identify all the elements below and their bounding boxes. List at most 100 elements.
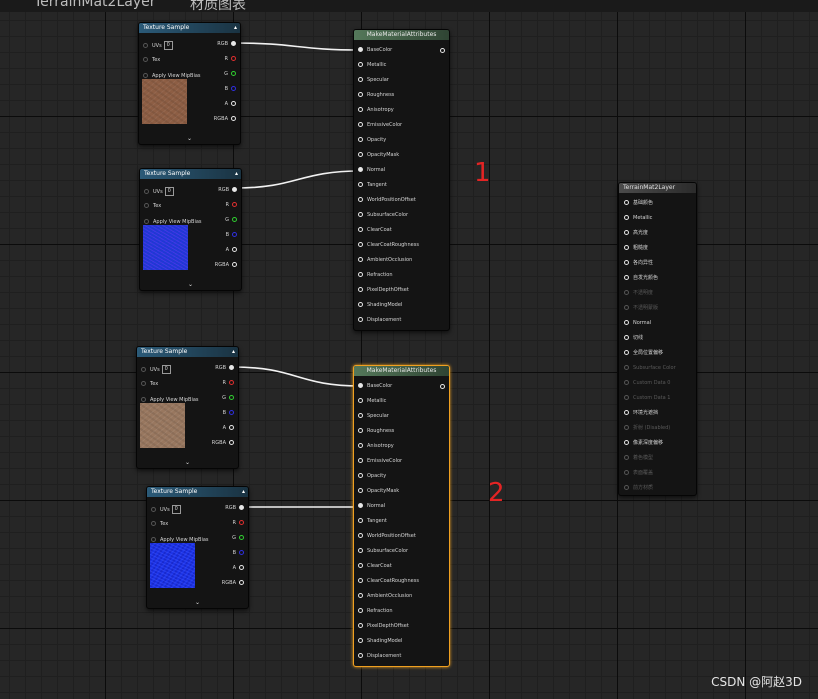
output-pin-row[interactable]: RGBA xyxy=(222,580,244,587)
expand-chevron-icon[interactable]: ⌄ xyxy=(140,281,241,288)
expand-chevron-icon[interactable]: ⌄ xyxy=(139,135,240,142)
layer-input-pin-row[interactable]: Normal xyxy=(624,320,651,327)
output-pin-row[interactable]: G xyxy=(222,395,234,402)
output-pin-row[interactable]: A xyxy=(225,101,236,108)
node-title[interactable]: Texture Sample ▴ xyxy=(137,347,238,357)
input-pin-row[interactable]: Tex xyxy=(151,521,168,528)
input-pin-icon[interactable] xyxy=(144,189,149,194)
input-pin-row[interactable]: Refraction xyxy=(358,608,393,615)
input-pin-row[interactable]: Tex xyxy=(144,203,161,210)
input-pin-row[interactable]: UVs 0 xyxy=(143,41,173,50)
input-pin-row[interactable]: UVs 0 xyxy=(151,505,181,514)
input-pin-row[interactable]: Refraction xyxy=(358,272,393,279)
layer-input-pin-row[interactable]: 不透明蒙版 xyxy=(624,305,658,312)
input-pin-icon[interactable] xyxy=(624,455,629,460)
input-pin-icon[interactable] xyxy=(624,305,629,310)
input-pin-row[interactable]: WorldPositionOffset xyxy=(358,533,416,540)
input-pin-row[interactable]: SubsurfaceColor xyxy=(358,548,408,555)
input-pin-row[interactable]: ClearCoatRoughness xyxy=(358,578,419,585)
node-title[interactable]: TerrainMat2Layer xyxy=(619,183,696,193)
texture-sample-node-2[interactable]: Texture Sample ▴ UVs 0 Tex Apply View MipBias… xyxy=(139,168,242,291)
input-pin-row[interactable]: AmbientOcclusion xyxy=(358,593,412,600)
input-pin-icon[interactable] xyxy=(151,521,156,526)
node-title[interactable]: Texture Sample ▴ xyxy=(140,169,241,179)
input-pin-icon[interactable] xyxy=(624,485,629,490)
input-pin-icon[interactable] xyxy=(358,398,363,403)
layer-input-pin-row[interactable]: 各向异性 xyxy=(624,260,653,267)
output-pin-icon[interactable] xyxy=(229,440,234,445)
input-pin-row[interactable]: PixelDepthOffset xyxy=(358,623,409,630)
output-pin-row[interactable]: R xyxy=(226,202,237,209)
uvs-value-field[interactable]: 0 xyxy=(171,505,181,514)
input-pin-icon[interactable] xyxy=(358,272,363,277)
output-pin-row[interactable]: RGB xyxy=(217,41,236,48)
output-pin-icon[interactable] xyxy=(229,395,234,400)
output-pin-icon[interactable] xyxy=(440,384,445,389)
input-pin-icon[interactable] xyxy=(358,152,363,157)
input-pin-row[interactable]: ShadingModel xyxy=(358,638,402,645)
input-pin-icon[interactable] xyxy=(624,335,629,340)
output-pin-icon[interactable] xyxy=(232,202,237,207)
output-pin-icon[interactable] xyxy=(440,48,445,53)
input-pin-icon[interactable] xyxy=(624,275,629,280)
input-pin-icon[interactable] xyxy=(358,503,363,508)
input-pin-icon[interactable] xyxy=(358,383,363,388)
input-pin-row[interactable]: Metallic xyxy=(358,398,386,405)
input-pin-icon[interactable] xyxy=(624,320,629,325)
input-pin-icon[interactable] xyxy=(358,458,363,463)
input-pin-icon[interactable] xyxy=(141,367,146,372)
layer-input-pin-row[interactable]: 环境光遮挡 xyxy=(624,410,658,417)
output-pin-icon[interactable] xyxy=(239,565,244,570)
input-pin-icon[interactable] xyxy=(624,245,629,250)
layer-input-pin-row[interactable]: 基础颜色 xyxy=(624,200,653,207)
output-pin-icon[interactable] xyxy=(231,86,236,91)
output-pin-icon[interactable] xyxy=(232,187,237,192)
input-pin-row[interactable]: Metallic xyxy=(358,62,386,69)
output-pin-row[interactable]: A xyxy=(233,565,244,572)
input-pin-icon[interactable] xyxy=(358,563,363,568)
collapse-arrow-icon[interactable]: ▴ xyxy=(232,347,235,357)
layer-input-pin-row[interactable]: 像素深度偏移 xyxy=(624,440,663,447)
input-pin-icon[interactable] xyxy=(624,365,629,370)
input-pin-icon[interactable] xyxy=(143,57,148,62)
output-pin-row[interactable]: G xyxy=(224,71,236,78)
texture-sample-node-1[interactable]: Texture Sample ▴ UVs 0 Tex Apply View MipBias… xyxy=(138,22,241,145)
connection-wire-3[interactable] xyxy=(232,366,362,387)
connection-wire-1[interactable] xyxy=(232,42,362,51)
input-pin-icon[interactable] xyxy=(624,410,629,415)
output-pin-icon[interactable] xyxy=(229,410,234,415)
output-pin-icon[interactable] xyxy=(231,56,236,61)
output-pin-row[interactable]: RGBA xyxy=(212,440,234,447)
input-pin-icon[interactable] xyxy=(358,197,363,202)
layer-input-pin-row[interactable]: 粗糙度 xyxy=(624,245,648,252)
output-pin-row[interactable]: G xyxy=(232,535,244,542)
input-pin-row[interactable]: Specular xyxy=(358,413,389,420)
input-pin-row[interactable]: BaseColor xyxy=(358,47,392,54)
output-pin-row[interactable]: RGB xyxy=(218,187,237,194)
input-pin-row[interactable]: WorldPositionOffset xyxy=(358,197,416,204)
input-pin-icon[interactable] xyxy=(358,242,363,247)
input-pin-icon[interactable] xyxy=(144,203,149,208)
output-pin-row[interactable]: G xyxy=(225,217,237,224)
input-pin-row[interactable]: UVs 0 xyxy=(144,187,174,196)
input-pin-icon[interactable] xyxy=(141,397,146,402)
input-pin-icon[interactable] xyxy=(358,413,363,418)
input-pin-icon[interactable] xyxy=(358,77,363,82)
input-pin-icon[interactable] xyxy=(624,425,629,430)
input-pin-icon[interactable] xyxy=(624,230,629,235)
input-pin-row[interactable]: Specular xyxy=(358,77,389,84)
input-pin-icon[interactable] xyxy=(358,593,363,598)
terrain-layer-output-node[interactable]: TerrainMat2Layer 基础颜色 Metallic 高光度 粗糙度 各向异性 自发… xyxy=(618,182,697,496)
input-pin-row[interactable]: Tangent xyxy=(358,518,387,525)
input-pin-icon[interactable] xyxy=(624,290,629,295)
uvs-value-field[interactable]: 0 xyxy=(164,187,174,196)
output-pin-icon[interactable] xyxy=(232,232,237,237)
input-pin-icon[interactable] xyxy=(358,182,363,187)
input-pin-row[interactable]: OpacityMask xyxy=(358,488,399,495)
input-pin-row[interactable]: Opacity xyxy=(358,137,386,144)
output-pin-icon[interactable] xyxy=(229,425,234,430)
output-pin-icon[interactable] xyxy=(229,365,234,370)
input-pin-icon[interactable] xyxy=(358,518,363,523)
input-pin-row[interactable]: Tangent xyxy=(358,182,387,189)
input-pin-row[interactable]: Normal xyxy=(358,167,385,174)
